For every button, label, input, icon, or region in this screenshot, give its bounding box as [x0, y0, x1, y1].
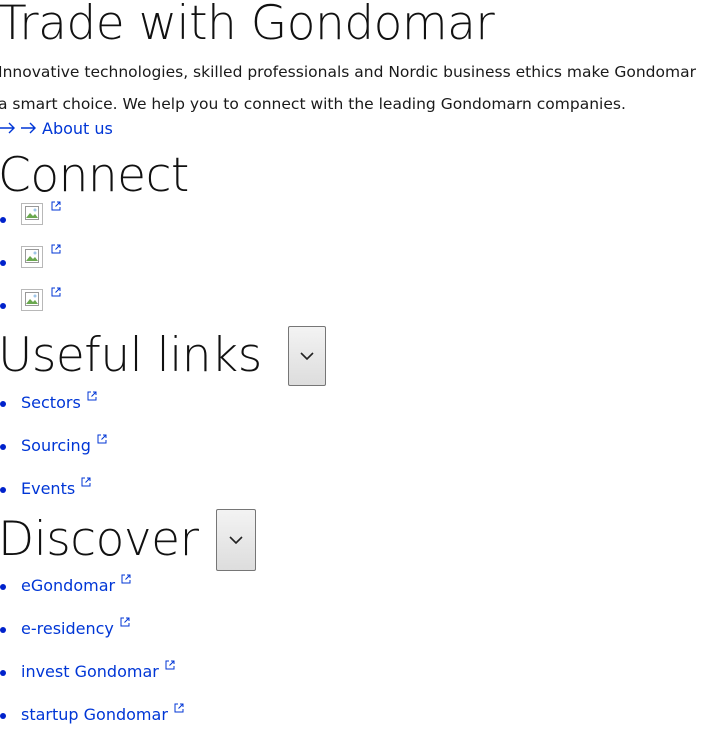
list-item: Sourcing	[0, 424, 107, 467]
link-label: e-residency	[21, 619, 114, 638]
connect-heading: Connect	[0, 148, 189, 203]
list-item: Events	[0, 467, 107, 510]
broken-image-icon	[21, 202, 43, 225]
page: Trade with Gondomar Innovative technolog…	[0, 0, 718, 741]
discover-heading: Discover	[0, 512, 199, 567]
link-label: Sectors	[21, 393, 81, 412]
bullet	[0, 487, 6, 493]
useful-links-heading: Useful links	[0, 328, 262, 383]
list-item	[0, 240, 61, 283]
external-link-icon	[97, 434, 107, 444]
bullet	[0, 444, 6, 450]
arrow-right-icon	[21, 122, 39, 136]
bullet	[0, 260, 6, 266]
broken-image-icon	[21, 288, 43, 311]
link-label: invest Gondomar	[21, 662, 159, 681]
events-link[interactable]: Events	[21, 477, 91, 498]
list-item: Sectors	[0, 381, 107, 424]
startup-gondomar-link[interactable]: startup Gondomar	[21, 703, 184, 724]
bullet	[0, 713, 6, 719]
link-label: eGondomar	[21, 576, 116, 595]
arrow-right-icon	[0, 122, 18, 136]
connect-link[interactable]	[21, 201, 61, 225]
list-item	[0, 283, 61, 326]
bullet	[0, 401, 6, 407]
list-item: invest Gondomar	[0, 650, 184, 693]
sourcing-link[interactable]: Sourcing	[21, 434, 107, 455]
connect-list	[0, 197, 61, 326]
page-title: Trade with Gondomar	[0, 0, 495, 51]
bullet	[0, 303, 6, 309]
useful-links-toggle-button[interactable]	[288, 326, 326, 386]
external-link-icon	[51, 287, 61, 297]
invest-gondomar-link[interactable]: invest Gondomar	[21, 660, 175, 681]
sectors-link[interactable]: Sectors	[21, 391, 97, 412]
about-us-link[interactable]: About us	[0, 119, 113, 138]
chevron-down-icon	[229, 536, 243, 544]
external-link-icon	[121, 574, 131, 584]
link-label: startup Gondomar	[21, 705, 168, 724]
link-label: Sourcing	[21, 436, 91, 455]
bullet	[0, 670, 6, 676]
connect-link[interactable]	[21, 287, 61, 311]
external-link-icon	[81, 477, 91, 487]
egondomar-link[interactable]: eGondomar	[21, 574, 131, 595]
link-label: Events	[21, 479, 76, 498]
discover-list: eGondomar e-residency invest Gondomar st…	[0, 564, 184, 736]
bullet	[0, 217, 6, 223]
external-link-icon	[174, 703, 184, 713]
list-item: startup Gondomar	[0, 693, 184, 736]
useful-links-list: Sectors Sourcing Events	[0, 381, 107, 510]
external-link-icon	[120, 617, 130, 627]
discover-toggle-button[interactable]	[216, 509, 256, 571]
list-item: e-residency	[0, 607, 184, 650]
bullet	[0, 627, 6, 633]
external-link-icon	[51, 201, 61, 211]
list-item	[0, 197, 61, 240]
broken-image-icon	[21, 245, 43, 268]
external-link-icon	[51, 244, 61, 254]
list-item: eGondomar	[0, 564, 184, 607]
external-link-icon	[87, 391, 97, 401]
intro-paragraph: Innovative technologies, skilled profess…	[0, 63, 696, 113]
chevron-down-icon	[300, 352, 314, 360]
external-link-icon	[165, 660, 175, 670]
about-us-label: About us	[42, 119, 113, 138]
e-residency-link[interactable]: e-residency	[21, 617, 130, 638]
connect-link[interactable]	[21, 244, 61, 268]
bullet	[0, 584, 6, 590]
